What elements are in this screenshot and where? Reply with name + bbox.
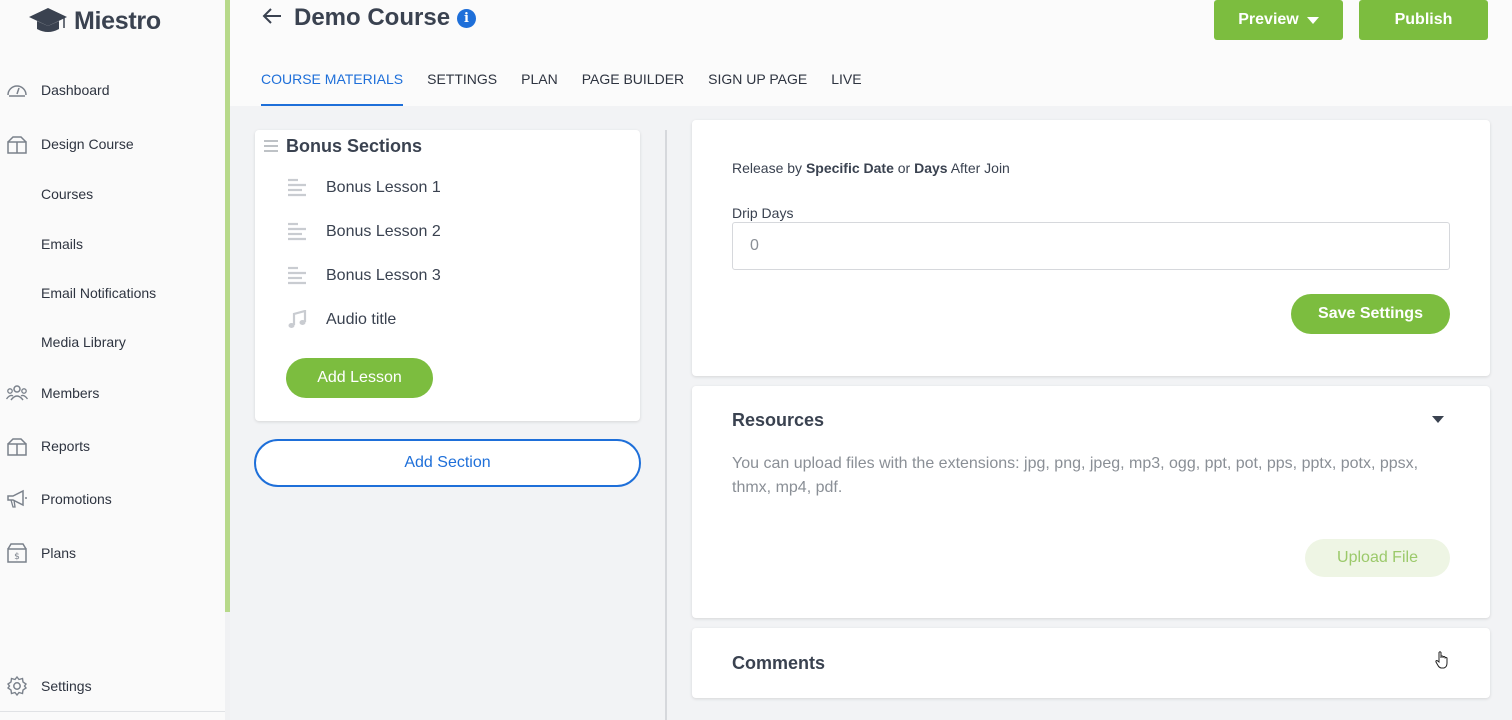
text-lines-icon [286,222,308,242]
lesson-item[interactable]: Bonus Lesson 1 [286,173,616,203]
sidebar-item-label: Dashboard [41,82,110,98]
sidebar-item-design-course[interactable]: Design Course [0,126,225,162]
release-option-days: Days [914,160,948,176]
megaphone-icon [6,488,28,510]
tab-live[interactable]: LIVE [831,70,861,106]
lesson-label: Audio title [326,311,397,328]
section-title: Bonus Sections [286,136,423,156]
page-title: Demo Course [294,4,451,31]
page-header: Demo Course i Preview Publish COURSE MAT… [230,0,1512,106]
music-note-icon [286,310,308,330]
chevron-down-icon [1306,17,1319,24]
lesson-item[interactable]: Bonus Lesson 2 [286,217,616,247]
drip-days-label: Drip Days [732,205,794,221]
resources-card: Resources You can upload files with the … [692,386,1490,618]
hand-cursor-icon [1435,651,1448,669]
sidebar-item-dashboard[interactable]: Dashboard [0,72,225,108]
sidebar-item-label: Emails [41,236,84,252]
text-lines-icon [286,266,308,286]
tab-plan[interactable]: PLAN [521,70,558,106]
dollar-box-icon: $ [6,542,28,564]
sidebar-item-label: Members [41,385,100,401]
sidebar-item-email-notifications[interactable]: Email Notifications [0,275,225,311]
users-icon [6,382,28,404]
sidebar-item-media-library[interactable]: Media Library [0,324,225,360]
text-lines-icon [286,178,308,198]
lesson-label: Bonus Lesson 1 [326,179,441,196]
sidebar-item-label: Plans [41,545,77,561]
sidebar-item-label: Reports [41,438,91,454]
add-lesson-button[interactable]: Add Lesson [286,358,433,398]
add-section-button[interactable]: Add Section [254,439,641,487]
sidebar-item-settings[interactable]: Settings [0,668,225,704]
sidebar: Miestro Dashboard Design Course Courses … [0,0,225,720]
preview-button-label: Preview [1238,11,1299,28]
release-suffix: After Join [950,160,1010,176]
sidebar-item-label: Settings [41,678,92,694]
tab-page-builder[interactable]: PAGE BUILDER [582,70,684,106]
sidebar-item-promotions[interactable]: Promotions [0,481,225,517]
resources-description: You can upload files with the extensions… [732,455,1419,496]
comments-card[interactable]: Comments [692,628,1490,698]
publish-button[interactable]: Publish [1359,0,1488,40]
lesson-label: Bonus Lesson 2 [326,223,441,240]
brand[interactable]: Miestro [28,6,161,36]
sidebar-item-emails[interactable]: Emails [0,226,225,262]
sidebar-item-members[interactable]: Members [0,375,225,411]
sidebar-item-label: Courses [41,186,94,202]
sidebar-item-label: Media Library [41,334,126,350]
section-card: Bonus Sections Bonus Lesson 1 Bonus Less… [255,130,640,421]
svg-text:$: $ [14,552,20,562]
back-arrow-icon[interactable] [260,4,284,28]
resources-title: Resources [732,410,825,430]
comments-title: Comments [732,653,826,673]
box-icon [6,435,28,457]
upload-file-button[interactable]: Upload File [1305,539,1450,577]
lesson-label: Bonus Lesson 3 [326,267,441,284]
tab-sign-up-page[interactable]: SIGN UP PAGE [708,70,807,106]
graduation-cap-icon [29,8,67,32]
sidebar-item-reports[interactable]: Reports [0,428,225,464]
sidebar-item-plans[interactable]: $ Plans [0,535,225,571]
course-tabs: COURSE MATERIALS SETTINGS PLAN PAGE BUIL… [261,70,862,106]
gear-icon [6,675,28,697]
release-or: or [897,160,911,176]
lesson-item[interactable]: Audio title [286,305,616,335]
drag-handle-icon[interactable] [264,140,278,152]
drip-settings-card: Release by Specific Date or Days After J… [692,120,1490,376]
sidebar-item-courses[interactable]: Courses [0,176,225,212]
release-prefix: Release by [732,160,803,176]
sidebar-item-label: Promotions [41,491,112,507]
save-settings-button[interactable]: Save Settings [1291,294,1450,334]
sidebar-item-label: Design Course [41,136,134,152]
release-description: Release by Specific Date or Days After J… [732,160,1010,176]
drip-days-input[interactable] [732,222,1450,270]
tab-course-materials[interactable]: COURSE MATERIALS [261,70,404,106]
panel-divider[interactable] [665,130,667,720]
chevron-down-icon[interactable] [1432,416,1444,423]
tab-settings[interactable]: SETTINGS [427,70,497,106]
info-icon[interactable]: i [457,9,476,28]
brand-name: Miestro [74,6,161,35]
release-option-specific-date: Specific Date [805,160,894,176]
gauge-icon [6,79,28,101]
preview-button[interactable]: Preview [1214,0,1343,40]
box-icon [6,133,28,155]
sidebar-scrollbar-track [225,612,230,720]
sidebar-divider [0,711,225,712]
sidebar-item-label: Email Notifications [41,285,157,301]
lesson-item[interactable]: Bonus Lesson 3 [286,261,616,291]
